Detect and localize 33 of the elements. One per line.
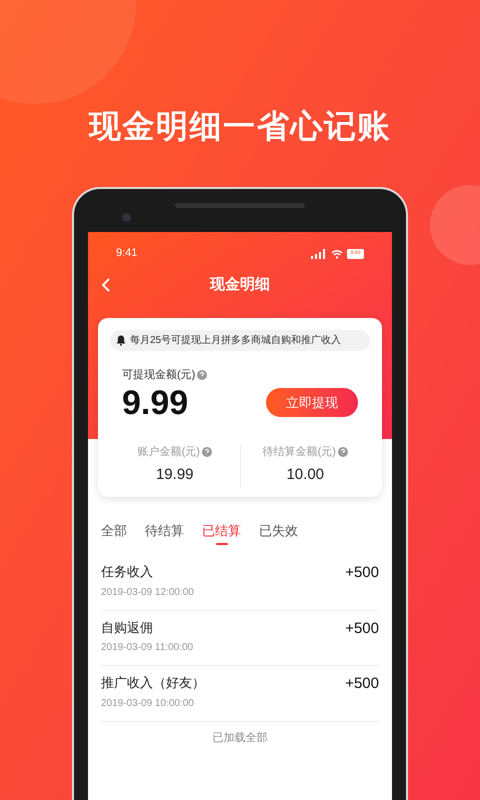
record-amount: +500 [345,563,379,583]
record-time: 2019-03-09 10:00:00 [101,696,195,710]
signal-icon [311,248,327,258]
stat-label: 待结算金额(元) [262,444,336,460]
record-amount: +500 [345,674,379,694]
withdrawable-amount: 9.99 [122,386,188,420]
record-title: 推广收入（好友） [101,674,205,692]
record-time: 2019-03-09 11:00:00 [101,641,194,655]
back-icon[interactable] [102,278,110,292]
withdraw-button[interactable]: 立即提现 [266,388,358,417]
record-title: 自购返佣 [101,618,154,636]
record-amount: +500 [345,618,379,638]
filter-tab[interactable]: 已失效 [259,520,298,545]
filter-tab[interactable]: 全部 [101,520,127,545]
page-title: 现金明细 [210,274,270,295]
record-title: 任务收入 [101,563,154,581]
filter-tab[interactable]: 已结算 [202,520,241,545]
headline: 现金明细一省心记账 [88,110,392,142]
stat-value: 10.00 [286,465,324,485]
wifi-icon [331,248,343,258]
record-time: 2019-03-09 12:00:00 [101,586,194,600]
stat-value: 19.99 [156,465,194,485]
filter-tab[interactable]: 待结算 [145,520,184,545]
withdrawable-label: 可提现金额(元) [122,368,196,383]
help-icon[interactable] [197,370,208,380]
stat-label: 账户金额(元) [138,444,200,460]
bell-icon [116,335,126,346]
status-time: 9:41 [116,246,138,262]
load-status: 已加载全部 [212,730,268,746]
help-icon[interactable] [202,446,212,457]
camera-icon [122,213,131,222]
notice-text: 每月25号可提现上月拼多多商城自购和推广收入 [130,334,342,348]
help-icon[interactable] [338,446,348,457]
